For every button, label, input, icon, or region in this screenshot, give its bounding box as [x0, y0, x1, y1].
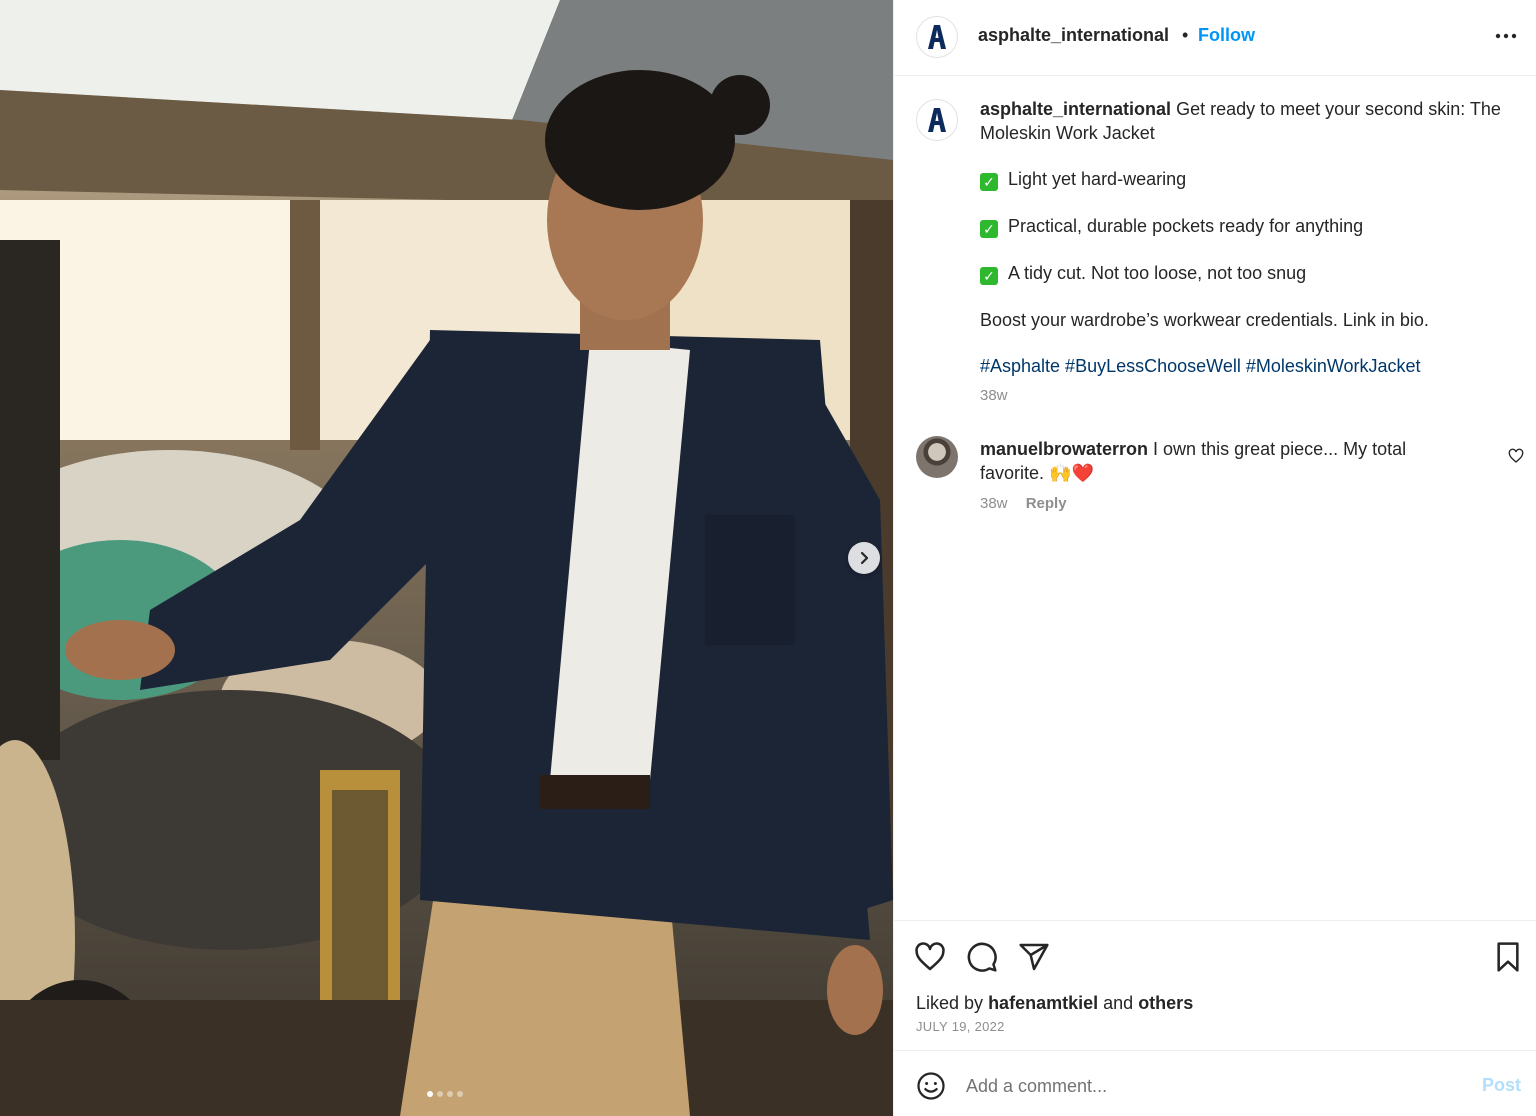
comment-heart-icon[interactable] [1508, 448, 1524, 464]
emoji-smile-icon[interactable] [916, 1071, 946, 1101]
liked-by-and: and [1103, 993, 1134, 1013]
caption-bullet: ✓ Practical, durable pockets ready for an… [980, 214, 1510, 238]
liked-by-user[interactable]: hafenamtkiel [988, 993, 1098, 1013]
bullet-text: A tidy cut. Not too loose, not too snug [1008, 263, 1307, 283]
commenter-username[interactable]: manuelbrowaterron [980, 439, 1148, 459]
follow-button[interactable]: Follow [1198, 25, 1255, 46]
comment-bubble-icon[interactable] [966, 941, 998, 973]
bullet-text: Practical, durable pockets ready for any… [1008, 216, 1364, 236]
next-slide-button[interactable] [848, 542, 880, 574]
reply-button[interactable]: Reply [1026, 495, 1067, 512]
add-comment-bar: Post [894, 1050, 1536, 1116]
carousel-dot [426, 1091, 433, 1097]
caption-closing: Boost your wardrobe’s workwear credentia… [980, 310, 1429, 330]
comment-input[interactable] [966, 1071, 1446, 1101]
caption-timestamp[interactable]: 38w [980, 384, 1510, 408]
carousel-dot [446, 1091, 453, 1097]
post-author-username[interactable]: asphalte_international [978, 25, 1169, 46]
post-actions: Liked by hafenamtkiel and others JULY 19… [894, 920, 1536, 1050]
caption-bullet: ✓ A tidy cut. Not too loose, not too snug [980, 261, 1510, 285]
caption-username[interactable]: asphalte_international [980, 99, 1171, 119]
chevron-right-icon [860, 551, 869, 565]
bullet-text: Light yet hard-wearing [1008, 169, 1187, 189]
post-media[interactable] [0, 0, 893, 1116]
brand-logo-icon [928, 25, 946, 49]
brand-logo-icon [928, 108, 946, 132]
comment-meta: 38w Reply [980, 495, 1067, 512]
post-photo [0, 0, 893, 1116]
caption-bullet: ✓ Light yet hard-wearing [980, 167, 1510, 191]
commenter-avatar[interactable] [916, 436, 958, 478]
carousel-dot [436, 1091, 443, 1097]
checkmark-icon: ✓ [980, 220, 998, 238]
comments-section[interactable]: asphalte_international Get ready to meet… [894, 77, 1536, 920]
post-comment-button[interactable]: Post [1482, 1075, 1521, 1096]
more-options-icon[interactable] [1494, 26, 1518, 46]
post-header: asphalte_international • Follow [894, 0, 1536, 76]
carousel-dot [456, 1091, 463, 1097]
caption-author-avatar[interactable] [916, 99, 958, 141]
post-side-panel: asphalte_international • Follow asphalte… [893, 0, 1536, 1116]
liked-by-prefix: Liked by [916, 993, 984, 1013]
profile-avatar[interactable] [916, 16, 958, 58]
post-caption: asphalte_international Get ready to meet… [980, 97, 1510, 408]
liked-by-others[interactable]: others [1138, 993, 1193, 1013]
likes-summary: Liked by hafenamtkiel and others [916, 993, 1193, 1014]
post-date[interactable]: JULY 19, 2022 [916, 1019, 1005, 1034]
caption-hashtags[interactable]: #Asphalte #BuyLessChooseWell #MoleskinWo… [980, 354, 1510, 378]
checkmark-icon: ✓ [980, 267, 998, 285]
heart-icon[interactable] [914, 941, 946, 973]
carousel-indicator [0, 1091, 891, 1097]
comment-timestamp[interactable]: 38w [980, 495, 1008, 512]
paper-plane-icon[interactable] [1018, 941, 1050, 973]
header-separator: • [1182, 25, 1189, 45]
bookmark-icon[interactable] [1492, 941, 1524, 973]
comment-item: manuelbrowaterron I own this great piece… [980, 437, 1450, 485]
checkmark-icon: ✓ [980, 173, 998, 191]
